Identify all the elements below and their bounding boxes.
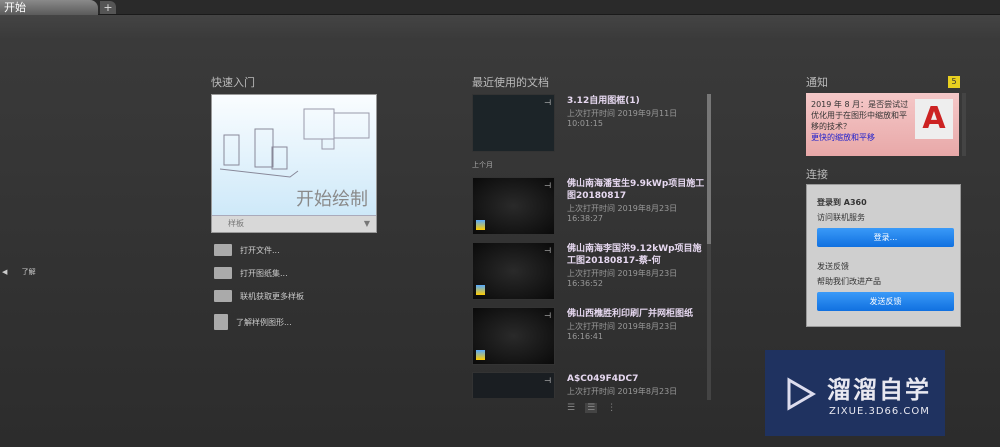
open-file-label: 打开文件...: [240, 245, 280, 255]
recent-docs-title: 最近使用的文档: [472, 76, 549, 89]
open-sheetset-label: 打开图纸集...: [240, 268, 288, 278]
start-drawing-label: 开始绘制: [296, 189, 368, 210]
doc-time: 上次打开时间 2019年9月11日 10:01:15: [567, 109, 678, 128]
large-icons-view-icon[interactable]: ☰: [567, 403, 575, 413]
doc-thumbnail: ⊣: [472, 177, 555, 235]
new-tab-button[interactable]: +: [100, 1, 116, 14]
folder-icon: [214, 244, 232, 256]
dwg-file-icon: [476, 220, 485, 230]
recent-doc-item[interactable]: ⊣ 佛山西樵胜利印刷厂并网柜图纸 上次打开时间 2019年8月23日 16:16…: [472, 307, 702, 365]
template-label: 样板: [228, 219, 244, 228]
watermark-name: 溜溜自学: [827, 376, 931, 404]
template-dropdown[interactable]: 样板 ▼: [212, 215, 376, 232]
recent-doc-item[interactable]: ⊣ 佛山南海李国洪9.12kWp项目施工图20180817-蔡-何 上次打开时间…: [472, 242, 702, 300]
template-folder-icon: [214, 290, 232, 302]
quick-start-title: 快速入门: [211, 76, 255, 89]
dwg-file-icon: [476, 285, 485, 295]
chevron-down-icon: ▼: [363, 219, 370, 228]
get-templates-link[interactable]: 联机获取更多样板: [214, 290, 304, 302]
pin-icon[interactable]: ⊣: [544, 98, 551, 107]
group-last-month: 上个月: [472, 161, 493, 169]
dwg-file-icon: [476, 350, 485, 360]
connect-title: 连接: [806, 168, 828, 181]
feedback-desc: 帮助我们改进产品: [817, 277, 881, 286]
watermark-url: ZIXUE.3D66.COM: [829, 406, 930, 417]
open-file-link[interactable]: 打开文件...: [214, 244, 280, 256]
recent-doc-item[interactable]: ⊣ 3.12自用图框(1) 上次打开时间 2019年9月11日 10:01:15: [472, 94, 702, 152]
get-templates-label: 联机获取更多样板: [240, 291, 304, 301]
learn-toggle[interactable]: ◀ 了解: [2, 267, 36, 277]
pin-icon[interactable]: ⊣: [544, 376, 551, 385]
small-view-icon[interactable]: ⋮: [607, 403, 616, 413]
doc-name: 佛山南海李国洪9.12kWp项目施工图20180817-蔡-何: [567, 244, 702, 266]
recent-doc-item[interactable]: ⊣ A$C049F4DC7 上次打开时间 2019年8月23日 15:50:22: [472, 372, 702, 398]
building-illustration: [220, 128, 299, 178]
recent-scrollbar[interactable]: [707, 94, 711, 400]
doc-name: A$C049F4DC7: [567, 374, 639, 384]
notifications-scrollbar[interactable]: [962, 93, 966, 156]
doc-time: 上次打开时间 2019年8月23日 16:36:52: [567, 269, 678, 288]
doc-thumbnail: ⊣: [472, 372, 555, 398]
watermark-logo: 溜溜自学 ZIXUE.3D66.COM: [765, 350, 945, 436]
send-feedback-button[interactable]: 发送反馈: [817, 292, 954, 311]
floorplan-illustration: [303, 108, 370, 150]
tab-start[interactable]: 开始: [0, 0, 98, 15]
doc-name: 佛山西樵胜利印刷厂并网柜图纸: [567, 309, 694, 319]
sheetset-icon: [214, 267, 232, 279]
doc-thumbnail: ⊣: [472, 242, 555, 300]
login-desc: 访问联机服务: [817, 213, 865, 222]
notification-text: 2019 年 8 月：是否尝试过优化用于在图形中缩放和平移的技术？: [811, 100, 909, 131]
pin-icon[interactable]: ⊣: [544, 181, 551, 190]
arrow-left-icon: ◀: [2, 268, 8, 276]
autocad-logo-icon: A: [915, 99, 953, 139]
document-icon: [214, 314, 228, 330]
doc-thumbnail: ⊣: [472, 307, 555, 365]
list-view-icon[interactable]: ☰: [585, 403, 598, 413]
open-sheetset-link[interactable]: 打开图纸集...: [214, 267, 288, 279]
tab-bar: [0, 0, 1000, 15]
pin-icon[interactable]: ⊣: [544, 246, 551, 255]
doc-time: 上次打开时间 2019年8月23日 16:38:27: [567, 204, 678, 223]
doc-time: 上次打开时间 2019年8月23日 16:16:41: [567, 322, 678, 341]
notification-card[interactable]: 2019 年 8 月：是否尝试过优化用于在图形中缩放和平移的技术？ 更快的缩放和…: [806, 93, 959, 156]
connect-card: 登录到 A360 访问联机服务 登录... 发送反馈 帮助我们改进产品 发送反馈: [806, 184, 961, 327]
feedback-title: 发送反馈: [817, 262, 849, 271]
recent-doc-item[interactable]: ⊣ 佛山南海潘宝生9.9kWp项目施工图20180817 上次打开时间 2019…: [472, 177, 704, 235]
doc-name: 3.12自用图框(1): [567, 96, 640, 106]
view-mode-switcher: ☰ ☰ ⋮: [567, 403, 616, 413]
login-button[interactable]: 登录...: [817, 228, 954, 247]
doc-thumbnail: ⊣: [472, 94, 555, 152]
doc-time: 上次打开时间 2019年8月23日 15:50:22: [567, 387, 678, 398]
login-title: 登录到 A360: [817, 198, 867, 207]
sample-drawings-label: 了解样例图形...: [236, 317, 292, 327]
notification-count-badge: 5: [948, 76, 960, 88]
learn-label: 了解: [21, 268, 36, 276]
scroll-thumb[interactable]: [707, 94, 711, 244]
notifications-title: 通知: [806, 76, 828, 89]
start-drawing-card[interactable]: 开始绘制 样板 ▼: [211, 94, 377, 233]
play-icon: [787, 377, 816, 411]
doc-name: 佛山南海潘宝生9.9kWp项目施工图20180817: [567, 179, 705, 201]
pin-icon[interactable]: ⊣: [544, 311, 551, 320]
sample-drawings-link[interactable]: 了解样例图形...: [214, 314, 292, 330]
